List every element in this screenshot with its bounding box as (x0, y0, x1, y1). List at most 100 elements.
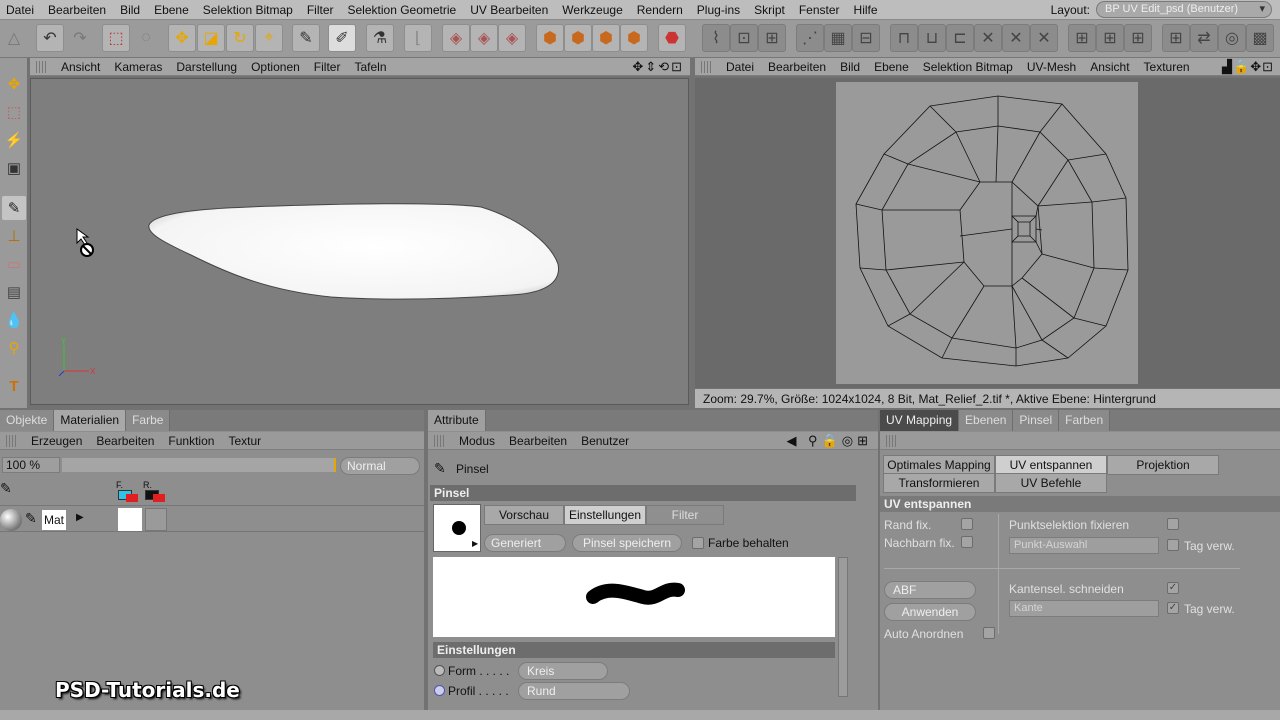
coordinate-icon[interactable]: ⌖ (255, 24, 283, 52)
punkt-auswahl-field[interactable]: Punkt-Auswahl (1009, 537, 1159, 554)
viewport-menu-tafeln[interactable]: Tafeln (347, 60, 393, 74)
menu-filter[interactable]: Filter (300, 3, 341, 17)
attr-menu-modus[interactable]: Modus (452, 434, 502, 448)
lasso-icon[interactable]: ◌ (132, 24, 160, 52)
uv-menu-bild[interactable]: Bild (833, 60, 867, 74)
checker-icon-3[interactable]: ◈ (498, 24, 526, 52)
menu-skript[interactable]: Skript (747, 3, 792, 17)
mat-menu-textur[interactable]: Textur (221, 434, 268, 448)
nachbarn-fix-checkbox[interactable] (961, 536, 973, 548)
uv-menu-texturen[interactable]: Texturen (1137, 60, 1197, 74)
uv-tool-icon-3[interactable]: ⊞ (758, 24, 786, 52)
menu-datei[interactable]: Datei (0, 3, 41, 17)
menu-rendern[interactable]: Rendern (630, 3, 690, 17)
kantensel-checkbox[interactable]: ✓ (1167, 582, 1179, 594)
attr-menu-benutzer[interactable]: Benutzer (574, 434, 636, 448)
btn-optimales-mapping[interactable]: Optimales Mapping (883, 455, 995, 475)
save-brush-button[interactable]: Pinsel speichern (572, 534, 682, 552)
zoom-field[interactable]: 100 % (2, 457, 60, 473)
uv-tool-icon-5[interactable]: ▦ (824, 24, 852, 52)
punkt-tag-checkbox[interactable] (1167, 539, 1179, 551)
opacity-slider[interactable] (62, 458, 336, 472)
brush-edit-icon[interactable]: ✎ (25, 510, 37, 527)
paint-icon[interactable]: ✎ (292, 24, 320, 52)
zoom-tool-icon[interactable]: ⚲ (2, 336, 26, 360)
paint-setup-icon[interactable]: ⚗ (366, 24, 394, 52)
swap-icon[interactable]: ⇄ (1190, 24, 1218, 52)
abf-dropdown[interactable]: ABF (884, 581, 976, 599)
grid-icon[interactable]: ▩ (1246, 24, 1274, 52)
arrange-icon-1[interactable]: ⊞ (1068, 24, 1096, 52)
layer-row-1[interactable]: ✎ F. R. (0, 478, 424, 506)
subtab-filter[interactable]: Filter (646, 505, 724, 525)
viewport-nav-icons[interactable]: ✥⇕⟲⊡ (632, 59, 690, 75)
menu-selektion-geometrie[interactable]: Selektion Geometrie (341, 3, 464, 17)
render-icon[interactable]: ⬣ (658, 24, 686, 52)
btn-uv-befehle[interactable]: UV Befehle (995, 473, 1107, 493)
btn-uv-entspannen[interactable]: UV entspannen (995, 455, 1107, 475)
uv-texture-canvas[interactable] (836, 82, 1138, 384)
menu-werkzeuge[interactable]: Werkzeuge (555, 3, 629, 17)
material-name[interactable]: Mat (42, 510, 66, 530)
menu-bild[interactable]: Bild (113, 3, 147, 17)
uv-nav-icons[interactable]: ▟🔒✥⊡ (1222, 59, 1280, 75)
uv-editor-view[interactable] (695, 78, 1280, 388)
uv-tool-icon-2[interactable]: ⊡ (730, 24, 758, 52)
redo-icon[interactable]: ↷ (66, 24, 94, 52)
form-dropdown[interactable]: Kreis (518, 662, 608, 680)
uv-menu-bearbeiten[interactable]: Bearbeiten (761, 60, 833, 74)
align-icon-5[interactable]: ✕ (1002, 24, 1030, 52)
move-icon[interactable]: ✥ (168, 24, 196, 52)
arrange-icon-2[interactable]: ⊞ (1096, 24, 1124, 52)
uv-menu-ebene[interactable]: Ebene (867, 60, 916, 74)
gradient-tool-icon[interactable]: ▤ (2, 280, 26, 304)
material-channel-white[interactable] (118, 508, 142, 531)
menu-ebene[interactable]: Ebene (147, 3, 196, 17)
fill-tool-icon[interactable]: 💧 (2, 308, 26, 332)
align-icon-3[interactable]: ⊏ (946, 24, 974, 52)
menu-selektion-bitmap[interactable]: Selektion Bitmap (196, 3, 300, 17)
menu-bearbeiten[interactable]: Bearbeiten (41, 3, 113, 17)
form-radio[interactable] (434, 665, 445, 676)
cube-icon-3[interactable]: ⬢ (592, 24, 620, 52)
checker-tool-icon[interactable]: ▣ (2, 156, 26, 180)
menu-fenster[interactable]: Fenster (792, 3, 847, 17)
projection-icon[interactable]: ⌊ (404, 24, 432, 52)
cube-icon-2[interactable]: ⬢ (564, 24, 592, 52)
uv-tool-icon-1[interactable]: ⌇ (702, 24, 730, 52)
uv-menu-ansicht[interactable]: Ansicht (1083, 60, 1136, 74)
3d-viewport[interactable]: Y X (30, 78, 689, 405)
arrange-icon-4[interactable]: ⊞ (1162, 24, 1190, 52)
attr-nav-icons[interactable]: ◀ ⚲🔒◎⊞ (786, 433, 878, 449)
brush-tool-icon[interactable]: ✎ (2, 196, 26, 220)
uv-tool-icon-4[interactable]: ⋰ (796, 24, 824, 52)
mat-menu-funktion[interactable]: Funktion (161, 434, 221, 448)
move-tool-icon[interactable]: ✥ (2, 72, 26, 96)
color-swatch-red-2[interactable] (153, 494, 165, 502)
uv-tool-icon-6[interactable]: ⊟ (852, 24, 880, 52)
align-icon-4[interactable]: ✕ (974, 24, 1002, 52)
subtab-vorschau[interactable]: Vorschau (484, 505, 564, 525)
checker-icon-2[interactable]: ◈ (470, 24, 498, 52)
menu-hilfe[interactable]: Hilfe (847, 3, 885, 17)
align-icon-2[interactable]: ⊔ (918, 24, 946, 52)
scale-icon[interactable]: ◪ (197, 24, 225, 52)
viewport-menu-filter[interactable]: Filter (307, 60, 348, 74)
layout-dropdown[interactable]: BP UV Edit_psd (Benutzer) (1096, 1, 1272, 18)
tab-pinsel[interactable]: Pinsel (1013, 410, 1060, 431)
anwenden-button[interactable]: Anwenden (884, 603, 976, 621)
brush-thumbnail[interactable]: ▶ (433, 504, 481, 552)
material-channel-grey[interactable] (145, 508, 167, 531)
align-icon-6[interactable]: ✕ (1030, 24, 1058, 52)
checker-icon-1[interactable]: ◈ (442, 24, 470, 52)
tab-materialien[interactable]: Materialien (54, 410, 127, 431)
punktsel-checkbox[interactable] (1167, 518, 1179, 530)
kante-field[interactable]: Kante (1009, 600, 1159, 617)
arrange-icon-3[interactable]: ⊞ (1124, 24, 1152, 52)
blend-mode-dropdown[interactable]: Normal (340, 457, 420, 475)
selection-icon[interactable]: ⬚ (102, 24, 130, 52)
tab-objekte[interactable]: Objekte (0, 410, 55, 431)
tab-attribute[interactable]: Attribute (428, 410, 486, 431)
kante-tag-checkbox[interactable]: ✓ (1167, 602, 1179, 614)
profil-dropdown[interactable]: Rund (518, 682, 630, 700)
